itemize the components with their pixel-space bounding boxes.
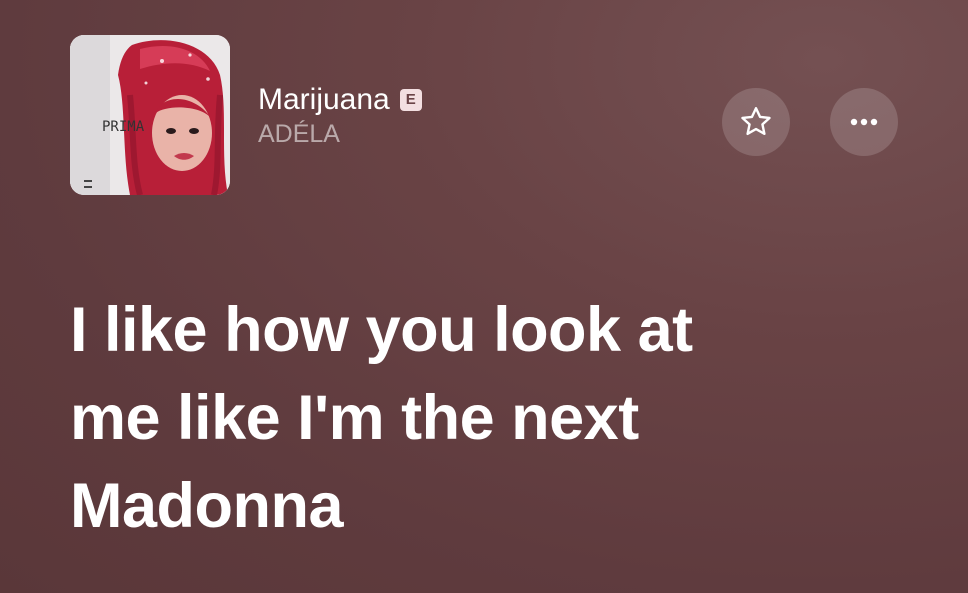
lyric-line: I like how you look at bbox=[70, 295, 693, 365]
title-row: Marijuana E bbox=[258, 83, 422, 117]
favorite-button[interactable] bbox=[722, 88, 790, 156]
now-playing-header: PRIMA Marijuana E ADÉLA bbox=[70, 35, 900, 195]
track-info: Marijuana E ADÉLA bbox=[258, 83, 422, 149]
more-options-button[interactable] bbox=[830, 88, 898, 156]
artist-name[interactable]: ADÉLA bbox=[258, 119, 422, 149]
current-lyric[interactable]: I like how you look at me like I'm the n… bbox=[70, 286, 910, 550]
artwork-text: PRIMA bbox=[102, 119, 145, 135]
track-title[interactable]: Marijuana bbox=[258, 83, 390, 117]
explicit-badge: E bbox=[399, 89, 422, 111]
lyric-line: me like I'm the next bbox=[70, 383, 639, 453]
lyric-line: Madonna bbox=[70, 471, 344, 541]
album-artwork-image: PRIMA bbox=[70, 35, 230, 195]
star-outline-icon bbox=[741, 107, 771, 136]
album-artwork[interactable]: PRIMA bbox=[70, 35, 230, 195]
ellipsis-icon bbox=[850, 118, 878, 126]
